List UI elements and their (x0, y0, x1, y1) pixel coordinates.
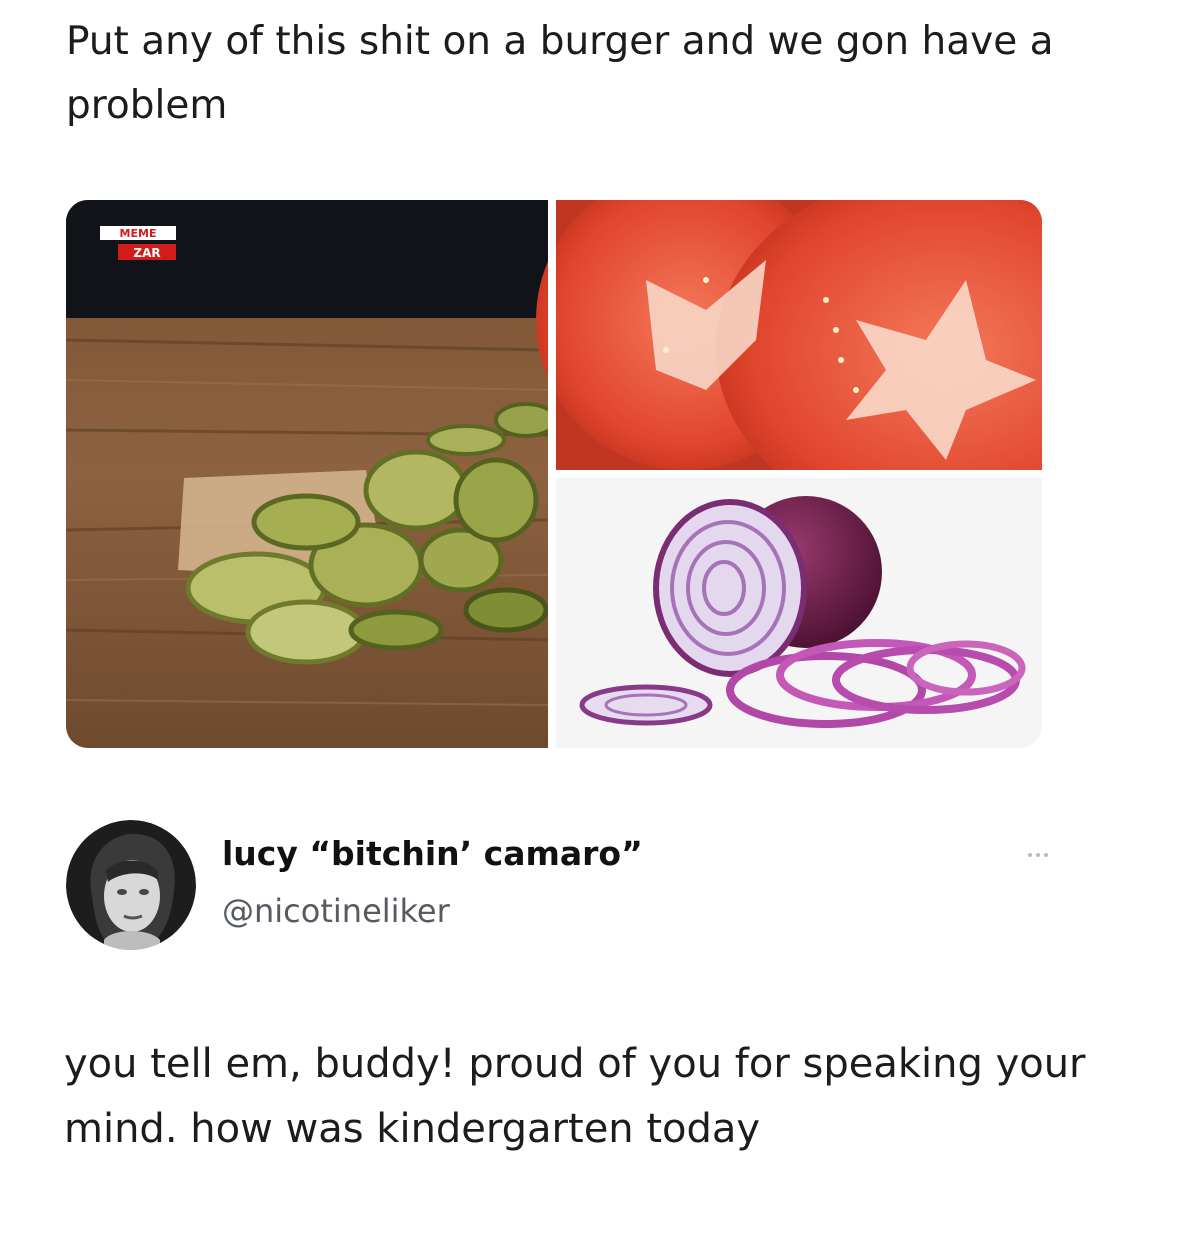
onion-image[interactable] (556, 478, 1042, 748)
quoted-post-text: Put any of this shit on a burger and we … (66, 19, 1054, 128)
display-name[interactable]: lucy “bitchin’ camaro” (222, 834, 643, 873)
quoted-post-media[interactable]: MEME ZAR (66, 200, 1042, 748)
pickles-image[interactable]: MEME ZAR (66, 200, 558, 748)
svg-text:ZAR: ZAR (133, 246, 160, 260)
more-horizontal-icon[interactable] (1010, 840, 1066, 870)
avatar[interactable] (66, 820, 196, 950)
user-handle[interactable]: @nicotineliker (222, 892, 450, 930)
reply-text: you tell em, buddy! proud of you for spe… (64, 1041, 1086, 1152)
svg-text:MEME: MEME (120, 227, 157, 240)
reply-author: lucy “bitchin’ camaro” @nicotineliker (66, 820, 1066, 950)
